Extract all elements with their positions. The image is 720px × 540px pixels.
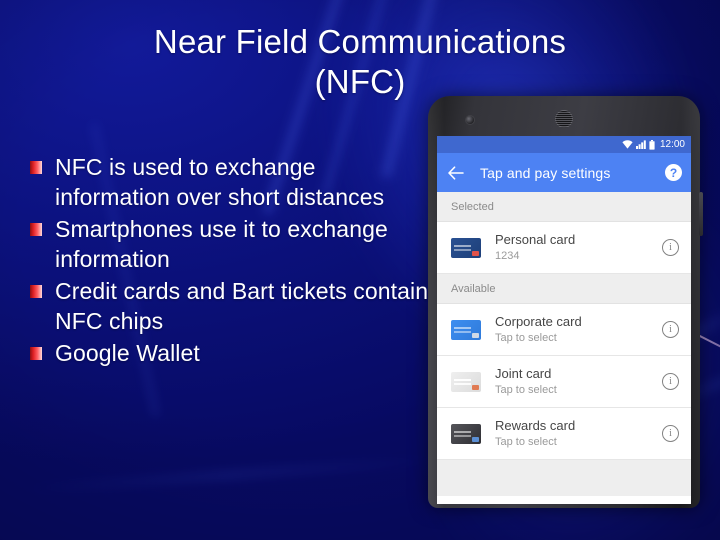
card-row-corporate[interactable]: Corporate card Tap to select i	[437, 304, 691, 356]
section-header-selected: Selected	[437, 192, 691, 222]
card-stripe	[454, 244, 471, 247]
slide-title-line-1: Near Field Communications	[153, 23, 567, 60]
bullet-marker-icon	[30, 161, 42, 174]
presentation-slide: Near Field Communications (NFC) NFC is u…	[0, 0, 720, 540]
card-title: Rewards card	[495, 418, 576, 433]
power-button[interactable]	[699, 192, 703, 236]
help-icon[interactable]: ?	[665, 164, 682, 181]
phone-mockup: 12:00 Tap and pay settings ? Selected Pe…	[428, 96, 703, 508]
bullet-item-text: Credit cards and Bart tickets contain NF…	[55, 278, 429, 334]
bullet-item: Smartphones use it to exchange informati…	[30, 214, 430, 274]
card-subtitle: 1234	[495, 250, 520, 262]
phone-screen: 12:00 Tap and pay settings ? Selected Pe…	[437, 136, 691, 504]
card-title: Joint card	[495, 366, 552, 381]
list-empty-area	[437, 460, 691, 496]
card-row-personal[interactable]: Personal card 1234 i	[437, 222, 691, 274]
bullet-item: Google Wallet	[30, 338, 430, 368]
card-title: Corporate card	[495, 314, 582, 329]
card-labels: Joint card Tap to select	[495, 366, 662, 397]
info-icon[interactable]: i	[662, 425, 679, 442]
earpiece-speaker-icon	[555, 110, 573, 128]
bullet-list: NFC is used to exchange information over…	[30, 152, 430, 370]
status-bar: 12:00	[437, 136, 691, 153]
card-network-logo-icon	[472, 332, 479, 338]
info-icon[interactable]: i	[662, 321, 679, 338]
card-subtitle: Tap to select	[495, 436, 557, 448]
card-subtitle: Tap to select	[495, 332, 557, 344]
bullet-item-text: NFC is used to exchange information over…	[55, 154, 385, 210]
bullet-marker-icon	[30, 347, 42, 360]
credit-card-icon	[451, 237, 481, 258]
status-bar-clock: 12:00	[659, 138, 685, 150]
battery-icon	[649, 139, 655, 150]
bullet-item-text: Smartphones use it to exchange informati…	[55, 216, 388, 272]
bullet-item-text: Google Wallet	[55, 340, 200, 366]
card-stripe	[454, 430, 471, 433]
card-stripe	[454, 378, 471, 381]
card-labels: Rewards card Tap to select	[495, 418, 662, 449]
card-network-logo-icon	[472, 250, 479, 256]
card-title: Personal card	[495, 232, 576, 247]
section-header-available: Available	[437, 274, 691, 304]
signal-icon	[635, 140, 646, 149]
back-arrow-icon[interactable]	[448, 165, 464, 180]
app-bar-title: Tap and pay settings	[480, 164, 611, 181]
card-labels: Personal card 1234	[495, 232, 662, 263]
card-row-joint[interactable]: Joint card Tap to select i	[437, 356, 691, 408]
wifi-icon	[622, 140, 633, 149]
slide-title: Near Field Communications (NFC)	[0, 22, 720, 102]
credit-card-icon	[451, 319, 481, 340]
card-labels: Corporate card Tap to select	[495, 314, 662, 345]
slide-title-line-2: (NFC)	[314, 63, 406, 100]
credit-card-icon	[451, 371, 481, 392]
card-stripe	[454, 326, 471, 329]
bullet-marker-icon	[30, 223, 42, 236]
card-network-logo-icon	[472, 436, 479, 442]
card-subtitle: Tap to select	[495, 384, 557, 396]
app-bar: Tap and pay settings ?	[437, 153, 691, 192]
front-camera-icon	[466, 116, 474, 124]
bullet-item: Credit cards and Bart tickets contain NF…	[30, 276, 430, 336]
bullet-item: NFC is used to exchange information over…	[30, 152, 430, 212]
bullet-marker-icon	[30, 285, 42, 298]
credit-card-icon	[451, 423, 481, 444]
card-row-rewards[interactable]: Rewards card Tap to select i	[437, 408, 691, 460]
card-network-logo-icon	[472, 384, 479, 390]
info-icon[interactable]: i	[662, 239, 679, 256]
info-icon[interactable]: i	[662, 373, 679, 390]
